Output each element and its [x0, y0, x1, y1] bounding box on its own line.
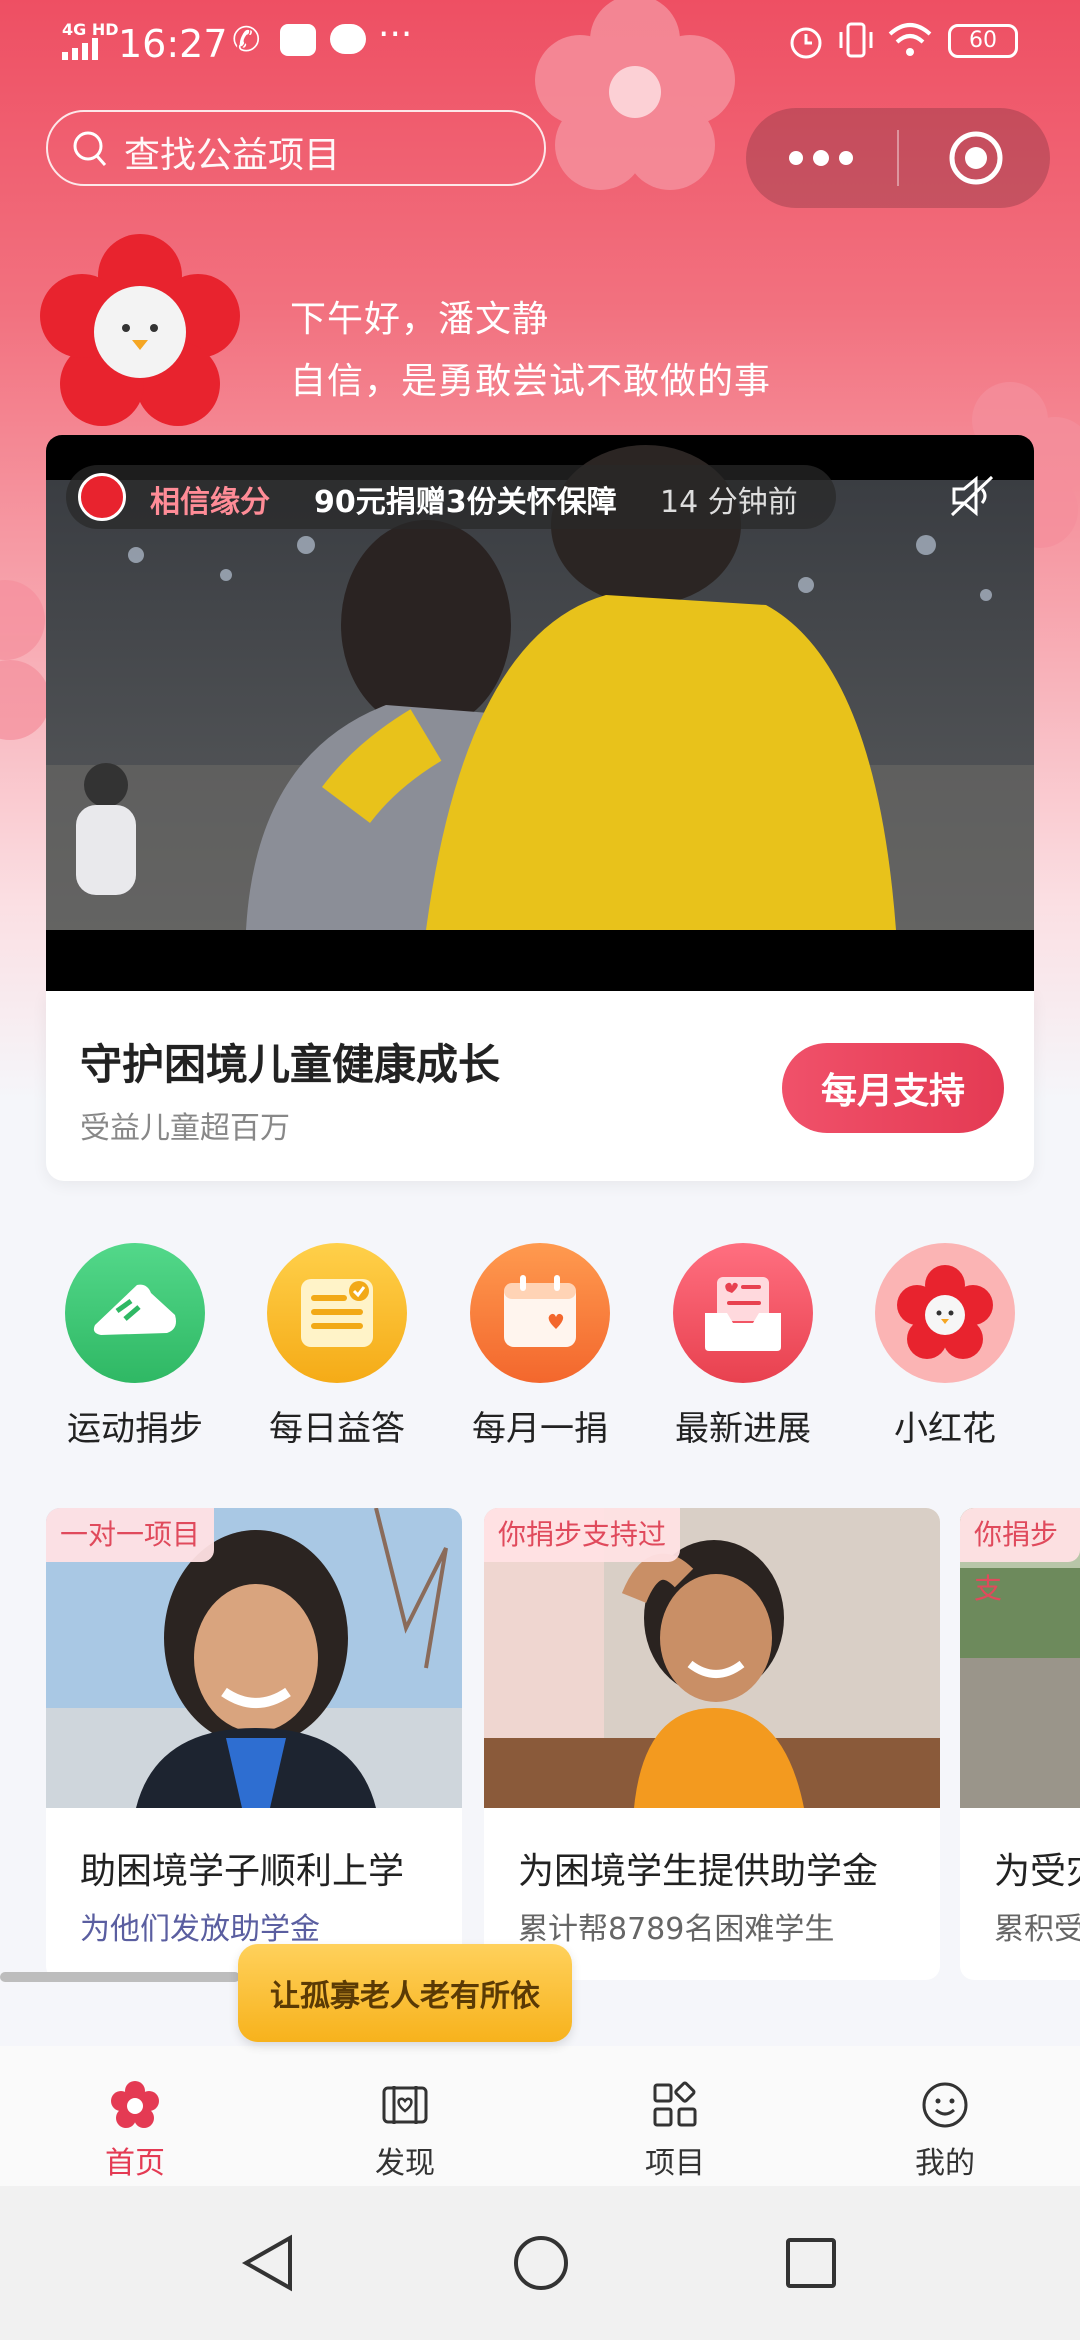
tab-home[interactable]: 首页 — [35, 2080, 235, 2182]
monthly-support-button[interactable]: 每月支持 — [782, 1043, 1004, 1133]
more-dots-icon — [789, 150, 853, 166]
search-bar[interactable]: 查找公益项目 — [46, 110, 546, 186]
sneaker-icon — [65, 1243, 205, 1383]
calendar-heart-icon — [470, 1243, 610, 1383]
tooltip-bubble[interactable]: 让孤寡老人老有所依 — [238, 1944, 572, 2042]
alarm-icon — [790, 27, 822, 59]
battery-level: 60 — [969, 28, 997, 53]
project-subtitle: 为他们发放助学金 — [80, 1912, 320, 1947]
more-menu-button[interactable] — [746, 108, 896, 208]
shortcut-latest-progress[interactable]: 最新进展 — [668, 1243, 818, 1450]
status-bar: 4G HD 16:27 ✆ ··· 60 — [0, 0, 1080, 88]
gallery-app-icon — [280, 24, 316, 56]
project-tag: 你捐步支持过 — [484, 1508, 681, 1562]
donor-avatar — [78, 473, 126, 521]
more-notifications-icon: ··· — [378, 14, 413, 55]
project-card[interactable]: 一对一项目 助困境学子顺利上学 为他们发放助学金 — [46, 1508, 462, 1980]
recents-nav-icon[interactable] — [784, 2236, 838, 2290]
shortcut-daily-quiz[interactable]: 每日益答 — [262, 1243, 412, 1450]
donation-ticker: 相信缘分 90元捐赠3份关怀保障 14 分钟前 — [66, 465, 836, 529]
shortcut-label: 最新进展 — [675, 1409, 811, 1449]
signal-icon — [62, 38, 98, 60]
tab-me[interactable]: 我的 — [845, 2080, 1045, 2182]
banner-video[interactable]: 相信缘分 90元捐赠3份关怀保障 14 分钟前 — [46, 435, 1034, 991]
daily-quote: 自信，是勇敢尝试不敢做的事 — [290, 361, 772, 402]
project-title: 助困境学子顺利上学 — [80, 1851, 405, 1892]
horizontal-scroll-indicator — [0, 1972, 240, 1982]
donation-action: 90元捐赠3份关怀保障 — [314, 485, 617, 520]
project-card[interactable]: 你捐步支持过 为困境学生提供助学金 累计帮8789名困难学生 — [484, 1508, 940, 1980]
grid-apps-icon — [653, 2081, 697, 2127]
tab-discover[interactable]: 发现 — [305, 2080, 505, 2182]
search-icon — [73, 131, 107, 166]
project-tag: 一对一项目 — [46, 1508, 215, 1562]
inbox-update-icon — [673, 1243, 813, 1383]
status-time: 16:27 — [118, 22, 228, 66]
tab-label: 首页 — [105, 2146, 165, 2181]
phone-call-icon: ✆ — [232, 20, 261, 60]
project-subtitle: 累计帮8789名困难学生 — [518, 1912, 835, 1947]
capsule-divider — [897, 130, 899, 186]
tab-label: 我的 — [915, 2146, 975, 2181]
system-navigation-bar — [0, 2186, 1080, 2340]
smiley-icon — [922, 2082, 968, 2128]
quiz-list-icon — [267, 1243, 407, 1383]
shortcut-little-red-flower[interactable]: 小红花 — [870, 1243, 1020, 1450]
project-tag: 你捐步支 — [960, 1508, 1080, 1605]
project-card[interactable]: 你捐步支 为受灾 累积受 — [960, 1508, 1080, 1980]
decorative-flower-icon — [0, 580, 50, 740]
donor-name: 相信缘分 — [150, 485, 270, 520]
shortcut-monthly-donation[interactable]: 每月一捐 — [465, 1243, 615, 1450]
chat-bubble-icon — [330, 24, 366, 54]
back-nav-icon[interactable] — [240, 2234, 296, 2292]
project-subtitle: 累积受 — [994, 1912, 1080, 1947]
project-title: 为困境学生提供助学金 — [518, 1851, 879, 1892]
tab-label: 项目 — [645, 2146, 705, 2181]
search-placeholder: 查找公益项目 — [124, 135, 341, 176]
close-miniprogram-button[interactable] — [900, 108, 1050, 208]
shortcut-step-donation[interactable]: 运动捐步 — [60, 1243, 210, 1450]
battery-indicator: 60 — [948, 24, 1018, 58]
greeting-text: 下午好，潘文静 — [290, 299, 550, 340]
project-title: 为受灾 — [994, 1851, 1080, 1892]
mute-icon[interactable] — [948, 473, 998, 519]
wifi-icon — [888, 23, 932, 56]
miniprogram-capsule — [746, 108, 1050, 208]
tab-projects[interactable]: 项目 — [575, 2080, 775, 2182]
mascot-flower-icon — [40, 234, 240, 426]
flower-home-icon — [111, 2081, 159, 2128]
banner-subtitle: 受益儿童超百万 — [80, 1111, 290, 1146]
banner-title: 守护困境儿童健康成长 — [80, 1040, 501, 1089]
shortcut-label: 每日益答 — [269, 1409, 405, 1449]
red-flower-icon — [875, 1243, 1015, 1383]
network-indicator: 4G HD — [62, 20, 119, 39]
target-close-icon — [949, 131, 1003, 185]
tab-label: 发现 — [375, 2146, 435, 2181]
shortcut-label: 小红花 — [894, 1409, 996, 1449]
discover-icon — [382, 2086, 428, 2124]
home-nav-icon[interactable] — [512, 2234, 570, 2292]
bottom-tab-bar: 首页 发现 项目 我的 — [0, 2046, 1080, 2186]
donation-time: 14 分钟前 — [660, 485, 798, 520]
vibrate-icon — [839, 22, 873, 58]
banner-info-card[interactable]: 守护困境儿童健康成长 受益儿童超百万 每月支持 — [46, 991, 1034, 1181]
shortcut-label: 运动捐步 — [67, 1409, 203, 1449]
shortcut-label: 每月一捐 — [472, 1409, 608, 1449]
